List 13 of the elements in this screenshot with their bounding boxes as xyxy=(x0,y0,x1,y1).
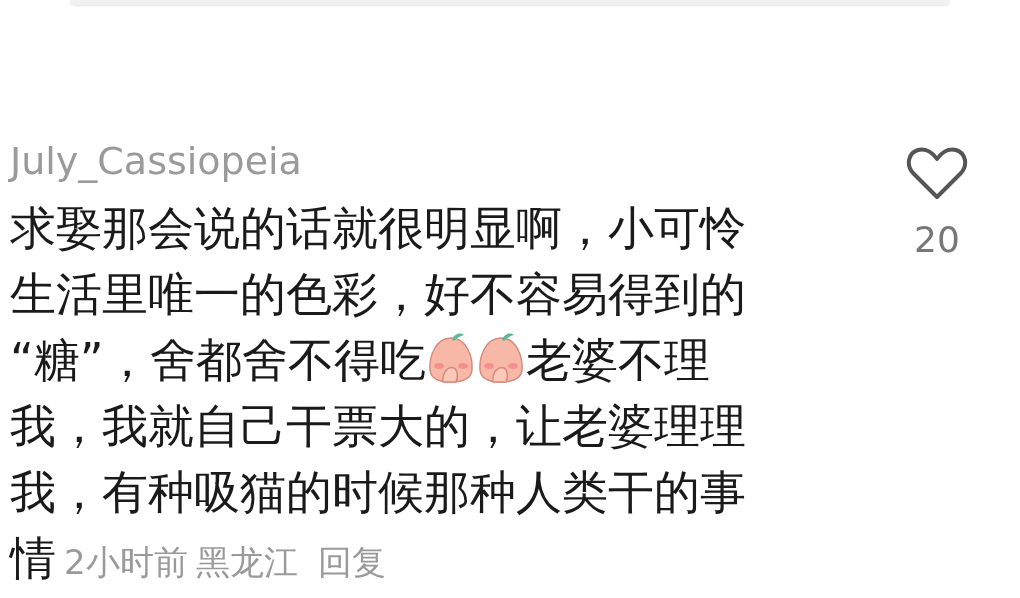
comment-location: 黑龙江 xyxy=(195,542,298,582)
comment-text: “糖”，舍都舍不得吃 xyxy=(10,333,426,387)
heart-icon[interactable] xyxy=(906,145,968,201)
comment-text: 我，我就自己干票大的，让老婆理理 xyxy=(10,399,746,453)
comment-text: 生活里唯一的色彩，好不容易得到的 xyxy=(10,267,746,321)
like-count: 20 xyxy=(914,219,960,260)
comment-text: 老婆不理 xyxy=(525,333,710,387)
comment-time: 2小时前 xyxy=(64,542,188,582)
comment-text: 求娶那会说的话就很明显啊，小可怜 xyxy=(10,201,746,255)
username[interactable]: July_Cassiopeia xyxy=(10,135,302,187)
comment-text: 我，有种吸猫的时候那种人类干的事 xyxy=(10,465,746,519)
comment-text: 情 xyxy=(10,531,56,585)
reply-link[interactable]: 回复 xyxy=(317,542,386,582)
